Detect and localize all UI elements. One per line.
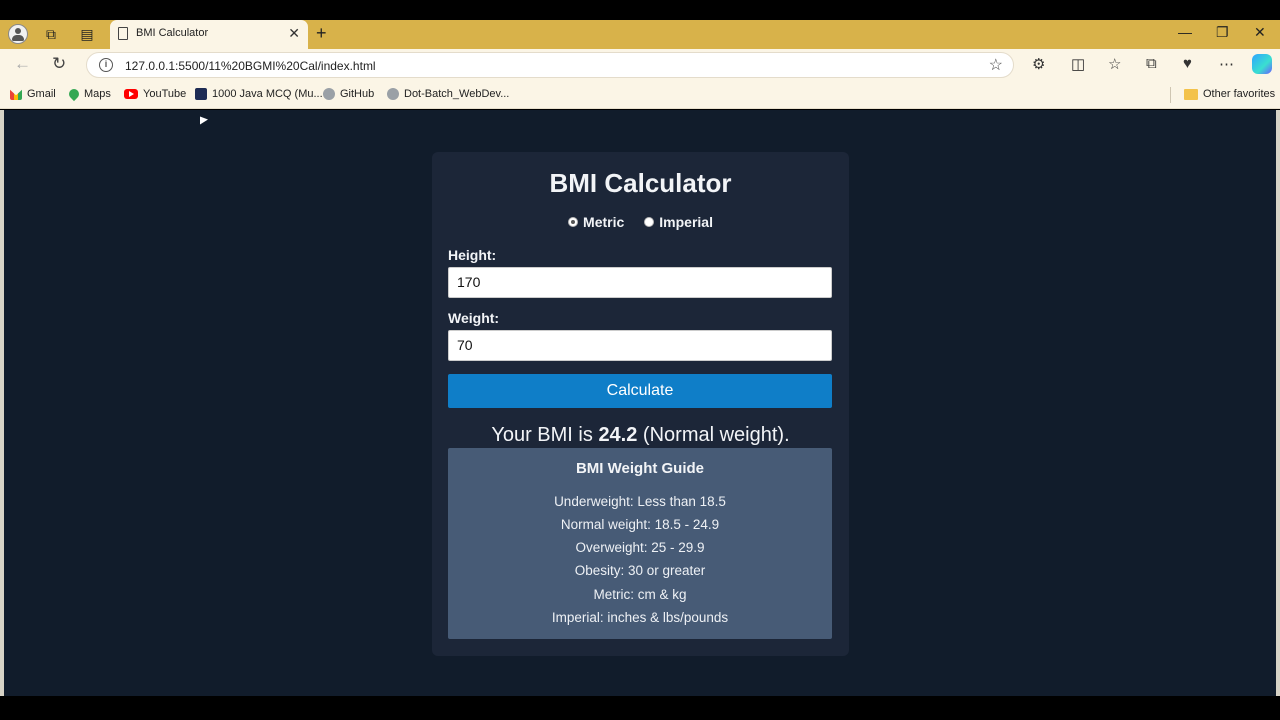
maps-icon <box>66 86 82 102</box>
screen-bottom-bar <box>0 696 1280 720</box>
other-favorites-label: Other favorites <box>1203 88 1276 100</box>
bookmarks-divider <box>1170 87 1171 103</box>
screen-top-bar <box>0 0 1280 20</box>
bookmark-java-mcq[interactable]: 1000 Java MCQ (Mu... <box>195 88 323 100</box>
result-suffix: (Normal weight). <box>637 424 790 446</box>
close-window-icon[interactable]: ✕ <box>1254 24 1266 41</box>
favorites-icon[interactable]: ☆ <box>1108 55 1121 73</box>
mouse-cursor-icon <box>200 116 208 128</box>
url-text: 127.0.0.1:5500/11%20BGMI%20Cal/index.htm… <box>125 59 376 73</box>
height-input[interactable]: 170 <box>448 267 832 298</box>
bookmark-label: 1000 Java MCQ (Mu... <box>212 88 323 100</box>
browser-essentials-icon[interactable]: ♥ <box>1183 55 1192 72</box>
refresh-icon[interactable]: ↻ <box>52 54 66 74</box>
favorite-star-icon[interactable]: ☆ <box>989 55 1003 75</box>
bookmark-label: Maps <box>84 88 111 100</box>
restore-icon[interactable]: ❐ <box>1216 24 1229 41</box>
metric-label: Metric <box>583 214 625 230</box>
bookmark-dot-batch[interactable]: Dot-Batch_WebDev... <box>387 88 509 100</box>
bookmark-label: Dot-Batch_WebDev... <box>404 88 510 100</box>
bookmark-label: Gmail <box>27 88 56 100</box>
weight-label: Weight: <box>448 310 500 326</box>
collections-icon[interactable]: ⧉ <box>1146 55 1157 72</box>
extensions-icon[interactable]: ⚙ <box>1032 55 1045 73</box>
bmi-result: Your BMI is 24.2 (Normal weight). <box>432 424 849 447</box>
other-favorites[interactable]: Other favorites <box>1184 88 1275 100</box>
tab-bmi-calculator[interactable]: BMI Calculator ✕ <box>110 20 308 49</box>
bmi-calculator-card: BMI Calculator Metric Imperial Height: 1… <box>432 152 849 656</box>
guide-line: Underweight: Less than 18.5 <box>554 494 726 509</box>
guide-line: Overweight: 25 - 29.9 <box>575 540 705 555</box>
bookmark-maps[interactable]: Maps <box>66 86 111 102</box>
folder-icon <box>1184 88 1198 100</box>
tab-title: BMI Calculator <box>136 27 209 39</box>
copilot-icon[interactable] <box>1252 54 1272 74</box>
bmi-value: 24.2 <box>598 424 638 446</box>
page-title: BMI Calculator <box>549 168 732 198</box>
bmi-weight-guide: BMI Weight Guide Underweight: Less than … <box>448 448 832 639</box>
guide-line: Normal weight: 18.5 - 24.9 <box>560 517 720 532</box>
imperial-label: Imperial <box>659 214 713 230</box>
more-options-icon[interactable]: ⋯ <box>1219 55 1234 73</box>
browser-toolbar: ← ↻ i 127.0.0.1:5500/11%20BGMI%20Cal/ind… <box>0 49 1280 81</box>
java-icon <box>195 88 207 100</box>
info-icon[interactable]: i <box>99 58 113 72</box>
radio-checked-icon[interactable] <box>568 217 579 227</box>
bookmark-youtube[interactable]: YouTube <box>124 88 186 100</box>
profile-icon[interactable] <box>8 24 28 44</box>
result-prefix: Your BMI is <box>491 424 599 446</box>
close-tab-icon[interactable]: ✕ <box>288 25 300 42</box>
bookmark-github[interactable]: GitHub <box>323 88 374 100</box>
address-bar[interactable]: i 127.0.0.1:5500/11%20BGMI%20Cal/index.h… <box>86 52 1014 78</box>
calculate-button[interactable]: Calculate <box>448 374 832 408</box>
guide-title: BMI Weight Guide <box>575 460 705 477</box>
tab-actions-icon[interactable]: ▤ <box>76 23 98 45</box>
metric-radio[interactable]: Metric <box>568 214 624 230</box>
back-icon[interactable]: ← <box>14 54 31 74</box>
bookmark-label: GitHub <box>340 88 375 100</box>
bookmarks-bar: Gmail Maps YouTube 1000 Java MCQ (Mu... … <box>0 81 1280 109</box>
window-frame-right <box>1276 110 1280 696</box>
github-icon <box>387 88 399 100</box>
guide-line: Imperial: inches & lbs/pounds <box>551 610 729 625</box>
guide-line: Obesity: 30 or greater <box>574 563 706 578</box>
new-tab-icon[interactable]: + <box>316 23 327 44</box>
split-screen-icon[interactable]: ◫ <box>1071 55 1085 73</box>
guide-line: Metric: cm & kg <box>593 587 687 602</box>
bookmark-gmail[interactable]: Gmail <box>10 88 56 100</box>
github-icon <box>323 88 335 100</box>
workspaces-icon[interactable]: ⧉ <box>40 23 62 45</box>
height-label: Height: <box>448 247 497 263</box>
gmail-icon <box>10 89 22 100</box>
page-viewport: BMI Calculator Metric Imperial Height: 1… <box>4 110 1276 696</box>
bookmark-label: YouTube <box>143 88 187 100</box>
page-icon <box>118 27 128 40</box>
imperial-radio[interactable]: Imperial <box>644 214 713 230</box>
minimize-icon[interactable]: — <box>1178 24 1192 40</box>
radio-unchecked-icon[interactable] <box>644 217 655 227</box>
unit-selector: Metric Imperial <box>432 214 849 230</box>
youtube-icon <box>124 89 138 99</box>
weight-input[interactable]: 70 <box>448 330 832 361</box>
